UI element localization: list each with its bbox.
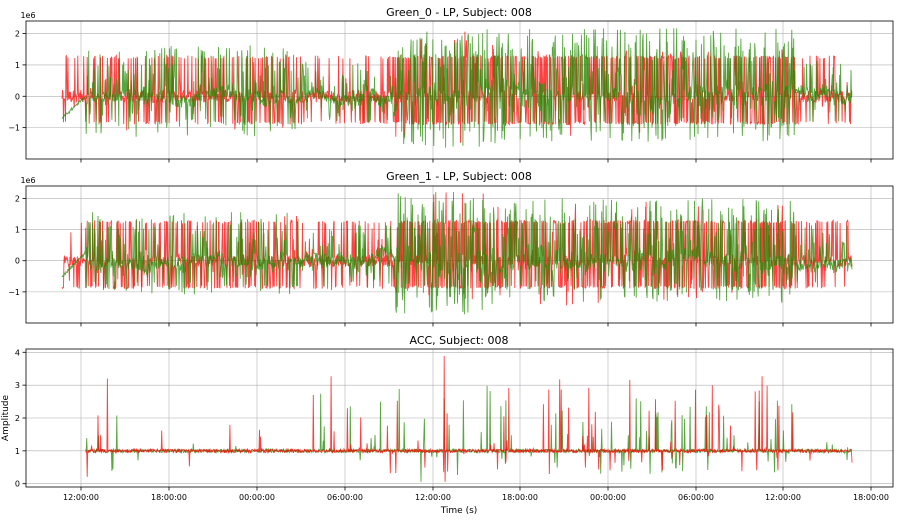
ytick-label: 1 (15, 226, 20, 235)
series-1-1 (61, 191, 853, 315)
panel-green0-yticks: −1 0 1 2 (8, 30, 26, 133)
xtick-label: 18:00:00 (151, 493, 187, 502)
xtick-label: 12:00:00 (415, 493, 451, 502)
xtick-label: 18:00:00 (502, 493, 538, 502)
panel-green1-plot (61, 191, 853, 315)
series-2-1 (85, 355, 853, 482)
panel-green1-title: Green_1 - LP, Subject: 008 (386, 170, 532, 183)
ytick-label: 0 (15, 480, 20, 489)
xtick-label: 00:00:00 (590, 493, 626, 502)
ytick-label: 0 (15, 92, 20, 101)
panel-acc: ACC, Subject: 008 0 1 2 3 4 12:00:00 18:00:00… (1, 334, 894, 516)
ytick-label: 0 (15, 257, 20, 266)
panel-acc-xticks: 12:00:00 18:00:00 00:00:00 06:00:00 12:00:00… (63, 487, 889, 502)
xtick-label: 00:00:00 (239, 493, 275, 502)
ytick-label: 2 (15, 414, 20, 423)
panel-green0-xticks (80, 159, 872, 163)
panel-green0-title: Green_0 - LP, Subject: 008 (386, 6, 532, 19)
panel-green1-yticks: −1 0 1 2 (8, 194, 26, 297)
xtick-label: 06:00:00 (327, 493, 363, 502)
panel-acc-yticks: 0 1 2 3 4 (15, 348, 26, 489)
ytick-label: −1 (8, 124, 20, 133)
ytick-label: −1 (8, 288, 20, 297)
xtick-label: 12:00:00 (765, 493, 801, 502)
ytick-label: 3 (15, 381, 20, 390)
panel-acc-plot (85, 355, 853, 482)
panel-acc-grid (26, 349, 893, 487)
ytick-label: 1 (15, 447, 20, 456)
panel-acc-xlabel: Time (s) (440, 506, 478, 516)
panel-acc-title: ACC, Subject: 008 (409, 334, 508, 347)
panel-green1-offset-label: 1e6 (20, 176, 35, 185)
panel-acc-ylabel: Amplitude (1, 394, 11, 441)
figure: Green_0 - LP, Subject: 008 1e6 −1 0 1 2 Gre… (1, 6, 894, 516)
xtick-label: 06:00:00 (678, 493, 714, 502)
panel-green1: Green_1 - LP, Subject: 008 1e6 −1 0 1 2 (8, 170, 894, 327)
series-2-0 (85, 385, 852, 482)
ytick-label: 1 (15, 61, 20, 70)
ytick-label: 4 (15, 348, 20, 357)
panel-green0: Green_0 - LP, Subject: 008 1e6 −1 0 1 2 (8, 6, 894, 163)
panel-green1-xticks (80, 323, 872, 327)
xtick-label: 12:00:00 (63, 493, 99, 502)
panel-green0-offset-label: 1e6 (20, 11, 35, 20)
ytick-label: 2 (15, 30, 20, 39)
panel-green0-plot (61, 28, 853, 148)
ytick-label: 2 (15, 194, 20, 203)
xtick-label: 18:00:00 (853, 493, 889, 502)
